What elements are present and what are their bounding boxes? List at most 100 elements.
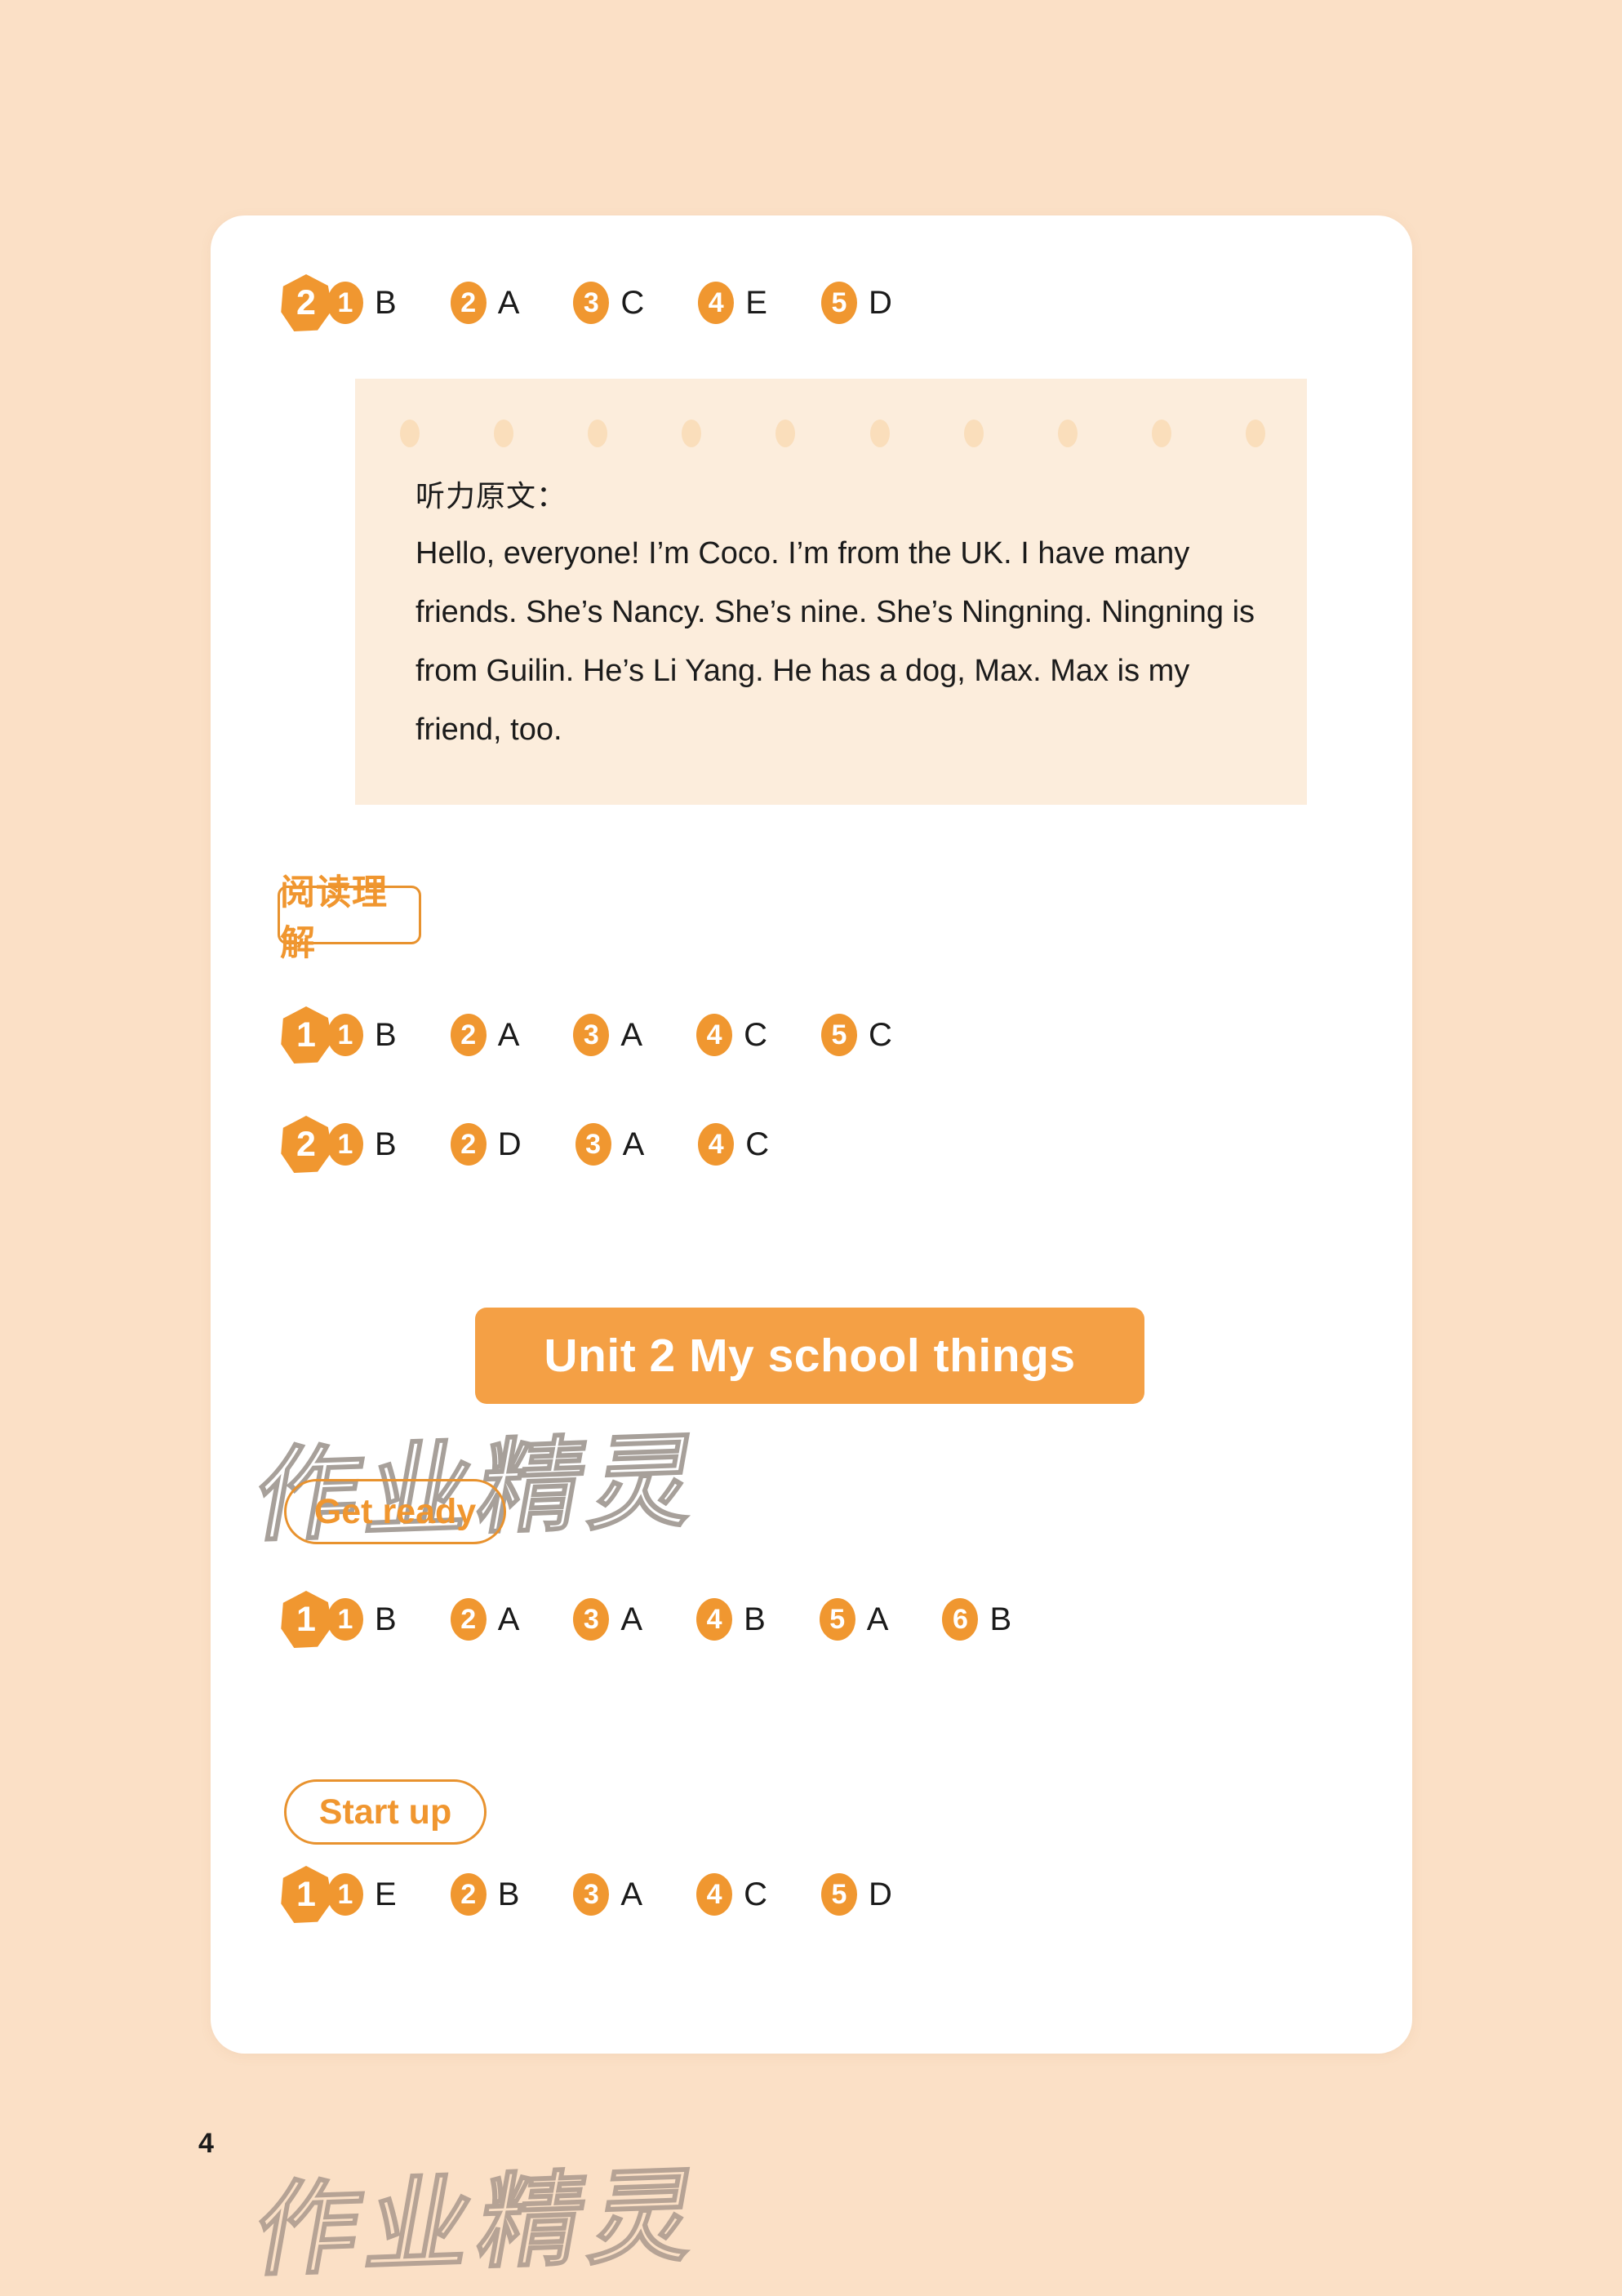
answer-letter: C [620, 285, 645, 321]
answer-item: 3C [573, 282, 644, 324]
answer-item: 1B [327, 1598, 397, 1641]
answer-row-start-up-1: 11E2B3A4C5D [280, 1865, 892, 1924]
question-number-badge: 4 [696, 1014, 733, 1056]
question-number-badge: 2 [450, 1123, 487, 1166]
answer-item: 1E [327, 1873, 397, 1916]
answer-item: 6B [942, 1598, 1011, 1641]
group-number-badge: 1 [280, 1006, 332, 1064]
transcript-dot [1245, 420, 1265, 447]
answer-letter: D [868, 1876, 892, 1912]
transcript-dot [1151, 420, 1171, 447]
question-number-badge: 5 [820, 1014, 857, 1056]
answer-letter: A [497, 1017, 520, 1053]
question-number-badge: 3 [573, 282, 610, 324]
question-number-badge: 6 [942, 1598, 979, 1641]
answer-row-reading-2: 21B2D3A4C [280, 1115, 769, 1174]
answer-item: 1B [327, 282, 397, 324]
answer-letter: B [375, 1017, 397, 1053]
question-number-badge: 4 [698, 282, 735, 324]
question-number-badge: 2 [450, 282, 487, 324]
question-number-badge: 5 [820, 1873, 857, 1916]
answer-item: 5D [820, 1873, 892, 1916]
question-number-badge: 1 [327, 1873, 363, 1916]
question-number-badge: 4 [696, 1598, 733, 1641]
question-number-badge: 2 [450, 1598, 487, 1641]
answer-item: 4B [696, 1598, 766, 1641]
transcript-dot [400, 420, 420, 447]
answer-letter: C [745, 1126, 770, 1162]
answer-item: 2A [450, 1598, 520, 1641]
answer-item: 3A [573, 1014, 642, 1056]
question-number-badge: 3 [573, 1873, 610, 1916]
answer-letter: A [497, 285, 520, 321]
answer-letter: B [375, 1126, 397, 1162]
answer-letter: B [375, 1601, 397, 1637]
answer-row-listening: 21B2A3C4E5D [280, 273, 892, 332]
question-number-badge: 3 [575, 1123, 611, 1166]
answer-letter: A [620, 1017, 643, 1053]
answer-letter: D [868, 285, 892, 321]
question-number-badge: 3 [573, 1014, 610, 1056]
answer-letter: B [744, 1601, 766, 1637]
question-number-badge: 4 [696, 1873, 733, 1916]
answer-row-get-ready-1: 11B2A3A4B5A6B [280, 1590, 1011, 1649]
transcript-dot [775, 420, 796, 447]
group-number-label: 1 [296, 1599, 316, 1639]
question-number-badge: 4 [698, 1123, 735, 1166]
transcript-dot [588, 420, 608, 447]
answer-item: 1B [327, 1123, 397, 1166]
answer-item: 2B [450, 1873, 520, 1916]
answer-item: 4C [698, 1123, 769, 1166]
answer-letter: C [744, 1876, 767, 1912]
group-number-label: 1 [296, 1874, 316, 1914]
answer-item: 5A [819, 1598, 889, 1641]
question-number-badge: 2 [450, 1873, 487, 1916]
group-number-badge: 1 [280, 1591, 332, 1648]
transcript-label: 听力原文： [415, 480, 567, 513]
answer-item: 4C [696, 1873, 767, 1916]
answer-letter: B [375, 285, 397, 321]
transcript-dot [1057, 420, 1078, 447]
answer-letter: D [497, 1126, 522, 1162]
transcript-dot [494, 420, 514, 447]
answer-letter: E [745, 285, 767, 321]
question-number-badge: 1 [327, 1014, 363, 1056]
answer-letter: C [744, 1017, 767, 1053]
section-heading-start-up: Start up [284, 1779, 487, 1845]
unit-title-banner: Unit 2 My school things [475, 1308, 1144, 1404]
answer-letter: A [497, 1601, 520, 1637]
question-number-badge: 5 [819, 1598, 855, 1641]
answer-item: 4C [696, 1014, 767, 1056]
answer-item: 1B [327, 1014, 397, 1056]
listening-transcript-box: 听力原文： Hello, everyone! I’m Coco. I’m fro… [355, 379, 1307, 805]
section-heading-reading: 阅读理解 [278, 873, 421, 964]
question-number-badge: 1 [327, 282, 363, 324]
group-number-label: 2 [296, 282, 316, 322]
answer-letter: C [868, 1017, 892, 1053]
transcript-body: Hello, everyone! I’m Coco. I’m from the … [415, 536, 1255, 747]
transcript-dot [682, 420, 702, 447]
answer-letter: A [622, 1126, 645, 1162]
answer-letter: A [620, 1876, 643, 1912]
question-number-badge: 3 [573, 1598, 610, 1641]
answer-item: 3A [573, 1598, 642, 1641]
answer-item: 2A [450, 282, 520, 324]
answer-letter: B [497, 1876, 520, 1912]
answer-item: 2A [450, 1014, 520, 1056]
page-number: 4 [198, 2128, 214, 2159]
answer-letter: B [989, 1601, 1012, 1637]
group-number-badge: 2 [280, 1116, 332, 1173]
transcript-dot [963, 420, 984, 447]
group-number-label: 1 [296, 1015, 316, 1055]
group-number-badge: 1 [280, 1866, 332, 1923]
question-number-badge: 2 [450, 1014, 487, 1056]
answer-item: 5C [820, 1014, 892, 1056]
answer-letter: A [866, 1601, 889, 1637]
question-number-badge: 1 [327, 1598, 363, 1641]
section-heading-get-ready: Get ready [284, 1479, 506, 1544]
group-number-badge: 2 [280, 274, 332, 331]
question-number-badge: 5 [820, 282, 857, 324]
answer-letter: A [620, 1601, 643, 1637]
group-number-label: 2 [296, 1124, 316, 1164]
answer-item: 3A [575, 1123, 645, 1166]
